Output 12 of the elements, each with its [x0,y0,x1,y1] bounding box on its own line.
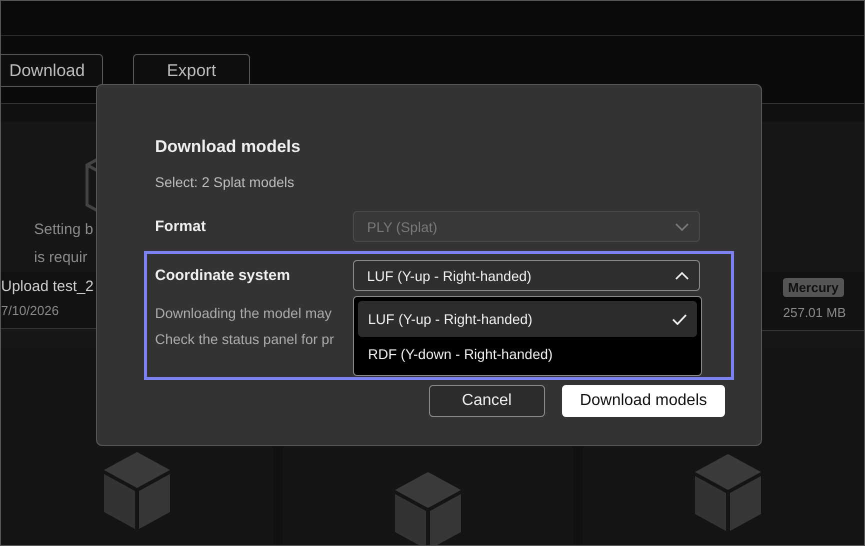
field-label: Coordinate system [155,267,292,284]
model-tag: Mercury [783,278,844,297]
card-message: is requir [34,248,88,268]
info-text: Check the status panel for pr [155,331,334,347]
card-message: Setting b [34,220,94,240]
model-date: 7/10/2026 [1,303,59,318]
model-name: Upload test_2 [1,278,94,295]
info-text: Downloading the model may [155,305,332,321]
field-label: Format [155,218,207,235]
model-size: 257.01 MB [783,305,846,320]
dialog-title: Download models [155,137,302,157]
dialog-subtitle: Select: 2 Splat models [155,174,296,190]
